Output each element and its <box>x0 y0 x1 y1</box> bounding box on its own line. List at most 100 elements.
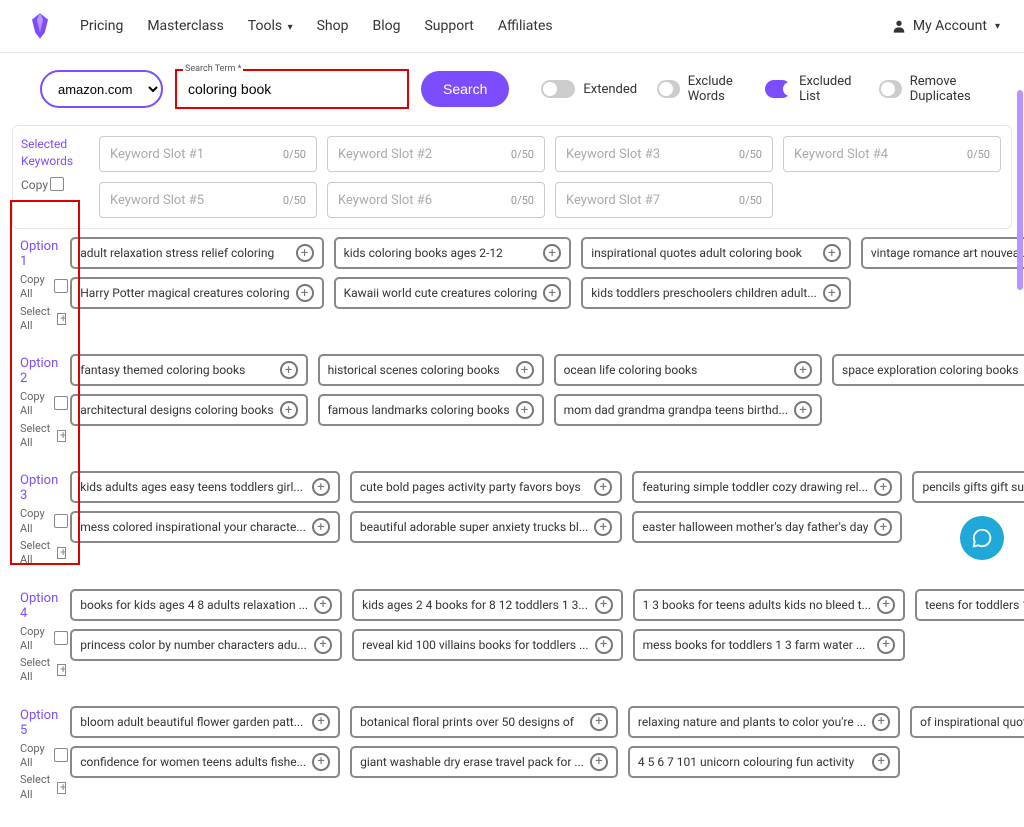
keyword-chip[interactable]: giant washable dry erase travel pack for… <box>350 746 618 778</box>
keyword-slot[interactable]: Keyword Slot #30/50 <box>555 136 773 172</box>
keyword-chip[interactable]: Harry Potter magical creatures coloring+ <box>70 277 323 309</box>
scrollbar-accent[interactable] <box>1017 90 1023 290</box>
plus-icon[interactable]: + <box>314 596 332 614</box>
search-input[interactable] <box>178 72 406 106</box>
plus-icon[interactable]: + <box>296 284 314 302</box>
plus-icon[interactable]: + <box>594 478 612 496</box>
keyword-chip[interactable]: pencils gifts gift supplies mindfulness … <box>912 471 1024 503</box>
keyword-chip[interactable]: cute bold pages activity party favors bo… <box>350 471 622 503</box>
plus-icon[interactable]: + <box>312 478 330 496</box>
select-all-button[interactable]: Select All <box>20 305 66 334</box>
keyword-chip[interactable]: kids coloring books ages 2-12+ <box>334 237 572 269</box>
help-button[interactable] <box>960 516 1004 560</box>
keyword-slot[interactable]: Keyword Slot #10/50 <box>99 136 317 172</box>
keyword-chip[interactable]: reveal kid 100 villains books for toddle… <box>352 629 622 661</box>
keyword-chip[interactable]: adult relaxation stress relief coloring+ <box>70 237 323 269</box>
plus-icon[interactable]: + <box>877 636 895 654</box>
nav-support[interactable]: Support <box>424 18 473 34</box>
plus-icon[interactable]: + <box>595 596 613 614</box>
plus-icon[interactable]: + <box>872 713 890 731</box>
plus-icon[interactable]: + <box>312 753 330 771</box>
keyword-chip[interactable]: vintage romance art nouveau coloring+ <box>861 237 1024 269</box>
keyword-chip[interactable]: mom dad grandma grandpa teens birthd...+ <box>554 394 822 426</box>
keyword-chip[interactable]: teens for toddlers 1 3 party favors todd… <box>915 589 1024 621</box>
keyword-chip[interactable]: architectural designs coloring books+ <box>70 394 307 426</box>
keyword-chip[interactable]: books for kids ages 4 8 adults relaxatio… <box>70 589 342 621</box>
copy-all-button[interactable]: Copy All <box>20 742 66 771</box>
search-button[interactable]: Search <box>421 71 509 107</box>
nav-shop[interactable]: Shop <box>317 18 349 34</box>
keyword-chip[interactable]: mess colored inspirational your characte… <box>70 511 340 543</box>
keyword-slot[interactable]: Keyword Slot #60/50 <box>327 182 545 218</box>
keyword-slot[interactable]: Keyword Slot #70/50 <box>555 182 773 218</box>
keyword-chip[interactable]: beautiful adorable super anxiety trucks … <box>350 511 622 543</box>
keyword-chip[interactable]: princess color by number characters adu.… <box>70 629 342 661</box>
keyword-chip[interactable]: confidence for women teens adults fishe.… <box>70 746 340 778</box>
nav-tools[interactable]: Tools ▾ <box>248 18 293 34</box>
plus-icon[interactable]: + <box>516 401 534 419</box>
nav-pricing[interactable]: Pricing <box>80 18 123 34</box>
keyword-chip[interactable]: famous landmarks coloring books+ <box>318 394 544 426</box>
plus-icon[interactable]: + <box>823 284 841 302</box>
nav-masterclass[interactable]: Masterclass <box>147 18 223 34</box>
keyword-chip[interactable]: Kawaii world cute creatures coloring+ <box>334 277 572 309</box>
plus-icon[interactable]: + <box>314 636 332 654</box>
keyword-chip[interactable]: space exploration coloring books+ <box>832 354 1024 386</box>
plus-icon[interactable]: + <box>877 596 895 614</box>
keyword-chip[interactable]: bloom adult beautiful flower garden patt… <box>70 706 340 738</box>
plus-icon[interactable]: + <box>595 636 613 654</box>
nav-blog[interactable]: Blog <box>372 18 400 34</box>
select-all-button[interactable]: Select All <box>20 773 66 802</box>
plus-icon[interactable]: + <box>590 753 608 771</box>
copy-all-button[interactable]: Copy All <box>20 273 66 302</box>
plus-icon[interactable]: + <box>543 284 561 302</box>
keyword-chip[interactable]: of inspirational quotes to boost your mo… <box>910 706 1024 738</box>
keyword-chip[interactable]: kids ages 2 4 books for 8 12 toddlers 1 … <box>352 589 622 621</box>
keyword-chip[interactable]: inspirational quotes adult coloring book… <box>581 237 851 269</box>
plus-icon[interactable]: + <box>874 518 892 536</box>
keyword-slot[interactable]: Keyword Slot #40/50 <box>783 136 1001 172</box>
keyword-chip[interactable]: relaxing nature and plants to color you'… <box>628 706 900 738</box>
toggle-extended[interactable]: Extended <box>541 80 637 98</box>
plus-icon[interactable]: + <box>516 361 534 379</box>
keyword-chip[interactable]: mess books for toddlers 1 3 farm water .… <box>633 629 905 661</box>
plus-icon[interactable]: + <box>312 713 330 731</box>
toggle-excluded-list[interactable]: Excluded List <box>765 74 859 104</box>
select-all-button[interactable]: Select All <box>20 422 66 451</box>
keyword-slot[interactable]: Keyword Slot #50/50 <box>99 182 317 218</box>
keyword-chip[interactable]: featuring simple toddler cozy drawing re… <box>632 471 902 503</box>
account-menu[interactable]: My Account ▾ <box>891 18 1000 34</box>
keyword-chip[interactable]: 1 3 books for teens adults kids no bleed… <box>633 589 905 621</box>
plus-icon[interactable]: + <box>794 361 812 379</box>
copy-selected-button[interactable]: Copy <box>21 178 81 192</box>
plus-icon[interactable]: + <box>280 401 298 419</box>
toggle-remove-duplicates[interactable]: Remove Duplicates <box>879 74 984 104</box>
keyword-chip[interactable]: easter halloween mother's day father's d… <box>632 511 902 543</box>
copy-all-button[interactable]: Copy All <box>20 507 66 536</box>
keyword-chip[interactable]: kids toddlers preschoolers children adul… <box>581 277 851 309</box>
keyword-chip[interactable]: kids adults ages easy teens toddlers gir… <box>70 471 340 503</box>
select-all-button[interactable]: Select All <box>20 656 66 685</box>
plus-icon[interactable]: + <box>794 401 812 419</box>
plus-icon[interactable]: + <box>594 518 612 536</box>
select-all-button[interactable]: Select All <box>20 539 66 568</box>
plus-icon[interactable]: + <box>590 713 608 731</box>
keyword-slot[interactable]: Keyword Slot #20/50 <box>327 136 545 172</box>
keyword-chip[interactable]: 4 5 6 7 101 unicorn colouring fun activi… <box>628 746 900 778</box>
nav-affiliates[interactable]: Affiliates <box>498 18 553 34</box>
toggle-exclude-words[interactable]: Exclude Words <box>657 74 744 104</box>
plus-icon[interactable]: + <box>872 753 890 771</box>
keyword-chip[interactable]: fantasy themed coloring books+ <box>70 354 307 386</box>
copy-all-button[interactable]: Copy All <box>20 390 66 419</box>
keyword-chip[interactable]: historical scenes coloring books+ <box>318 354 544 386</box>
plus-icon[interactable]: + <box>874 478 892 496</box>
keyword-chip[interactable]: botanical floral prints over 50 designs … <box>350 706 618 738</box>
plus-icon[interactable]: + <box>312 518 330 536</box>
plus-icon[interactable]: + <box>823 244 841 262</box>
plus-icon[interactable]: + <box>543 244 561 262</box>
plus-icon[interactable]: + <box>296 244 314 262</box>
plus-icon[interactable]: + <box>280 361 298 379</box>
marketplace-select[interactable]: amazon.com <box>40 70 163 108</box>
keyword-chip[interactable]: ocean life coloring books+ <box>554 354 822 386</box>
copy-all-button[interactable]: Copy All <box>20 625 66 654</box>
